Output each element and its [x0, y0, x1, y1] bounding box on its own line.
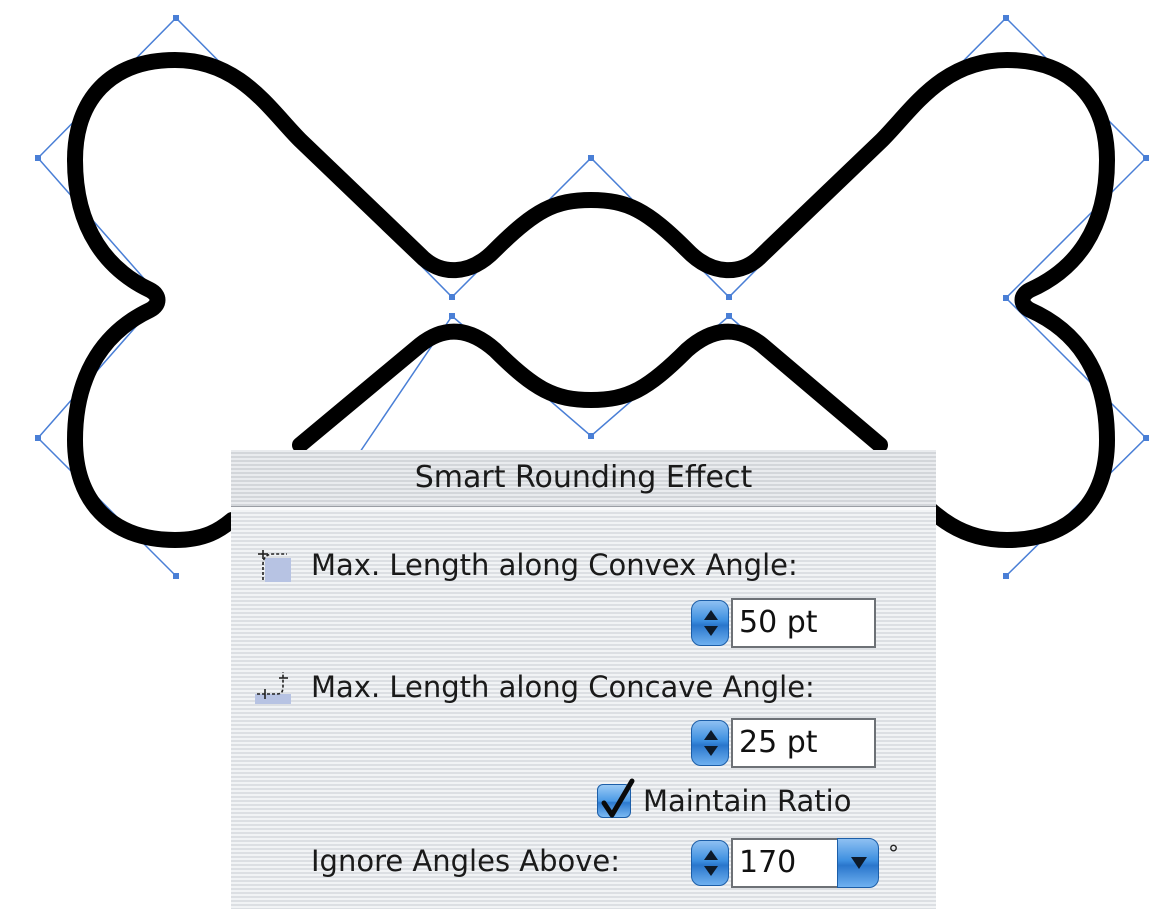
concave-angle-icon — [255, 672, 291, 704]
concave-length-field[interactable]: 25 pt — [731, 718, 876, 768]
chevron-down-icon — [851, 857, 867, 869]
dialog-title: Smart Rounding Effect — [231, 450, 936, 507]
ignore-angles-stepper[interactable] — [691, 840, 729, 886]
stepper-up-icon[interactable] — [704, 610, 718, 620]
convex-length-field[interactable]: 50 pt — [731, 598, 876, 648]
smart-rounding-dialog: Smart Rounding Effect Max. Length along … — [231, 450, 936, 909]
artboard: Smart Rounding Effect Max. Length along … — [0, 0, 1157, 909]
stepper-up-icon[interactable] — [704, 850, 718, 860]
stepper-down-icon[interactable] — [704, 626, 718, 636]
ignore-angles-label: Ignore Angles Above: — [311, 844, 621, 878]
convex-angle-icon — [258, 550, 291, 582]
stepper-down-icon[interactable] — [704, 746, 718, 756]
title-divider — [231, 507, 936, 510]
convex-length-label: Max. Length along Convex Angle: — [311, 548, 798, 582]
concave-length-label: Max. Length along Concave Angle: — [311, 670, 815, 704]
convex-length-stepper[interactable] — [691, 600, 729, 646]
stepper-down-icon[interactable] — [704, 866, 718, 876]
degree-unit: ° — [888, 842, 899, 867]
concave-length-stepper[interactable] — [691, 720, 729, 766]
checkmark-icon — [601, 778, 635, 818]
maintain-ratio-checkbox[interactable] — [597, 778, 635, 818]
ignore-angles-field[interactable]: 170 — [731, 838, 839, 888]
stepper-up-icon[interactable] — [704, 730, 718, 740]
maintain-ratio-label: Maintain Ratio — [643, 784, 852, 818]
ignore-angles-dropdown[interactable] — [837, 838, 879, 888]
